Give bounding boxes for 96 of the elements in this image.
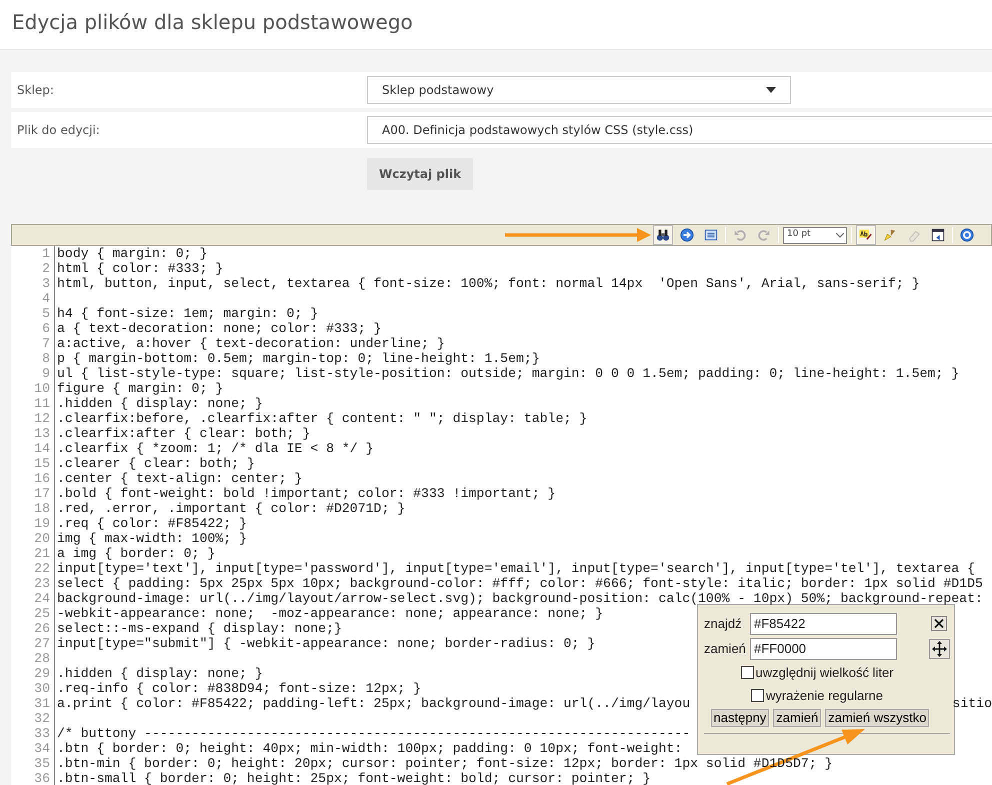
code-line: .clearer { clear: both; } [56, 456, 255, 471]
close-icon[interactable] [931, 616, 947, 631]
checkbox-label: wyrażenie regularne [766, 686, 884, 705]
line-number: 33 [11, 726, 55, 741]
line-number: 2 [11, 261, 55, 276]
code-line: select { padding: 5px 25px 5px 10px; background-color: #fff; color: #666; font-style: italic; border: 1px solid #D1D5 [56, 576, 983, 591]
code-line: input[type='text'], input[type='password'], input[type='email'], input[type='search'], input[type='tel'], textarea { [56, 561, 975, 576]
line-number: 9 [11, 366, 55, 381]
code-line: .red, .error, .important { color: #D2071D; } [56, 501, 406, 516]
code-line: ul { list-style-type: square; list-style-position: outside; margin: 0 0 0 1.5em; padding: 0; line-height: 1.5em; } [56, 366, 960, 381]
code-line: .btn-small { border: 0; height: 25px; font-weight: bold; cursor: pointer; } [56, 771, 651, 785]
code-line: .hidden { display: none; } [56, 666, 263, 681]
line-number: 12 [11, 411, 55, 426]
caret-icon [836, 232, 844, 238]
checkbox-label: uwzględnij wielkość liter [756, 664, 894, 682]
code-line: body { margin: 0; } [56, 246, 208, 261]
line-number: 3 [11, 276, 55, 291]
caret-icon [766, 87, 776, 93]
line-number: 30 [11, 681, 55, 696]
field-label: zamień [704, 640, 747, 658]
code-line: .req { color: #F85422; } [56, 516, 247, 531]
code-line: a img { border: 0; } [56, 546, 216, 561]
code-line: -webkit-appearance: none; -moz-appearance: none; appearance: none; } [56, 606, 604, 621]
line-number: 16 [11, 471, 55, 486]
line-number: 17 [11, 486, 55, 501]
select-value: 10 pt [787, 228, 811, 242]
code-line: .clearfix { *zoom: 1; /* dla IE < 8 */ } [56, 441, 374, 456]
code-line: select::-ms-expand { display: none;} [56, 621, 342, 636]
line-number: 23 [11, 576, 55, 591]
checkbox[interactable] [740, 666, 754, 679]
field-label: znajdź [704, 614, 743, 633]
code-line: .clearfix:after { clear: both; } [56, 426, 310, 441]
line-number: 29 [11, 666, 55, 681]
line-number: 7 [11, 336, 55, 351]
code-editor[interactable] [11, 246, 992, 785]
binoculars-icon[interactable] [653, 225, 673, 245]
field-label: Sklep: [16, 82, 55, 99]
file-field[interactable]: A00. Definicja podstawowych stylów CSS (style.css) [367, 116, 992, 144]
code-line: a:active, a:hover { text-decoration: underline; } [56, 336, 445, 351]
line-number: 28 [11, 651, 55, 666]
line-number: 35 [11, 756, 55, 771]
line-number: 4 [11, 291, 55, 306]
dialog-button[interactable]: zamień wszystko [825, 709, 930, 727]
line-number: 20 [11, 531, 55, 546]
code-line: a.print { color: #F85422; padding-left: 25px; background-image: url(../img/layou [56, 696, 690, 711]
line-number: 25 [11, 606, 55, 621]
line-number: 13 [11, 426, 55, 441]
code-line: /* buttony --------------------------------------------------------------------- [56, 726, 690, 741]
line-number: 15 [11, 456, 55, 471]
line-number: 11 [11, 396, 55, 411]
select-value: Sklep podstawowy [382, 82, 494, 99]
field-label: Plik do edycji: [16, 122, 101, 139]
line-number: 26 [11, 621, 55, 636]
code-line: img { max-width: 100%; } [56, 531, 247, 546]
page-title: Edycja plików dla sklepu podstawowego [12, 10, 414, 34]
font-size-select[interactable]: 10 pt [783, 226, 847, 244]
line-number: 14 [11, 441, 55, 456]
spellcheck-icon[interactable] [856, 225, 876, 245]
code-line: .btn { border: 0; height: 40px; min-width: 100px; padding: 0 10px; font-weight: [56, 741, 682, 756]
line-number: 31 [11, 696, 55, 711]
load-file-button[interactable]: Wczytaj plik [367, 158, 474, 190]
line-number: 18 [11, 501, 55, 516]
line-number: 6 [11, 321, 55, 336]
line-number: 1 [11, 246, 55, 261]
code-line: background-image: url(../img/layout/arrow-select.svg); background-position: calc(100% - 10px) 50%; background-repeat: [56, 591, 983, 606]
code-line: input[type="submit"] { -webkit-appearance: none; border-radius: 0; } [56, 636, 596, 651]
code-line: sitio [952, 696, 992, 711]
move-icon[interactable] [929, 638, 950, 658]
line-number: 36 [11, 771, 55, 785]
code-line: a { text-decoration: none; color: #333; } [56, 321, 382, 336]
line-number: 21 [11, 546, 55, 561]
line-number: 19 [11, 516, 55, 531]
code-line: .hidden { display: none; } [56, 396, 263, 411]
line-number: 22 [11, 561, 55, 576]
dialog-button[interactable]: zamień [773, 709, 822, 727]
code-line: .req-info { color: #838D94; font-size: 12px; } [56, 681, 422, 696]
shop-select[interactable]: Sklep podstawowy [367, 76, 791, 104]
text-field[interactable]: #F85422 [750, 612, 897, 634]
code-line: figure { margin: 0; } [56, 381, 224, 396]
code-line: .bold { font-weight: bold !important; color: #333 !important; } [56, 486, 556, 501]
line-number: 34 [11, 741, 55, 756]
line-number: 32 [11, 711, 55, 726]
code-line: p { margin-bottom: 0.5em; margin-top: 0; line-height: 1.5em;} [56, 351, 540, 366]
line-number: 5 [11, 306, 55, 321]
code-line: html { color: #333; } [56, 261, 224, 276]
line-number: 10 [11, 381, 55, 396]
text-field[interactable]: #FF0000 [750, 638, 897, 660]
line-number: 8 [11, 351, 55, 366]
code-line: .center { text-align: center; } [56, 471, 302, 486]
checkbox[interactable] [750, 689, 764, 702]
code-line: html, button, input, select, textarea { font-size: 100%; font: normal 14px 'Open Sans', Arial, sans-serif; } [56, 276, 920, 291]
line-number: 24 [11, 591, 55, 606]
dialog-button[interactable]: następny [710, 709, 770, 727]
code-line: h4 { font-size: 1em; margin: 0; } [56, 306, 318, 321]
line-number: 27 [11, 636, 55, 651]
code-line: .clearfix:before, .clearfix:after { content: " "; display: table; } [56, 411, 588, 426]
